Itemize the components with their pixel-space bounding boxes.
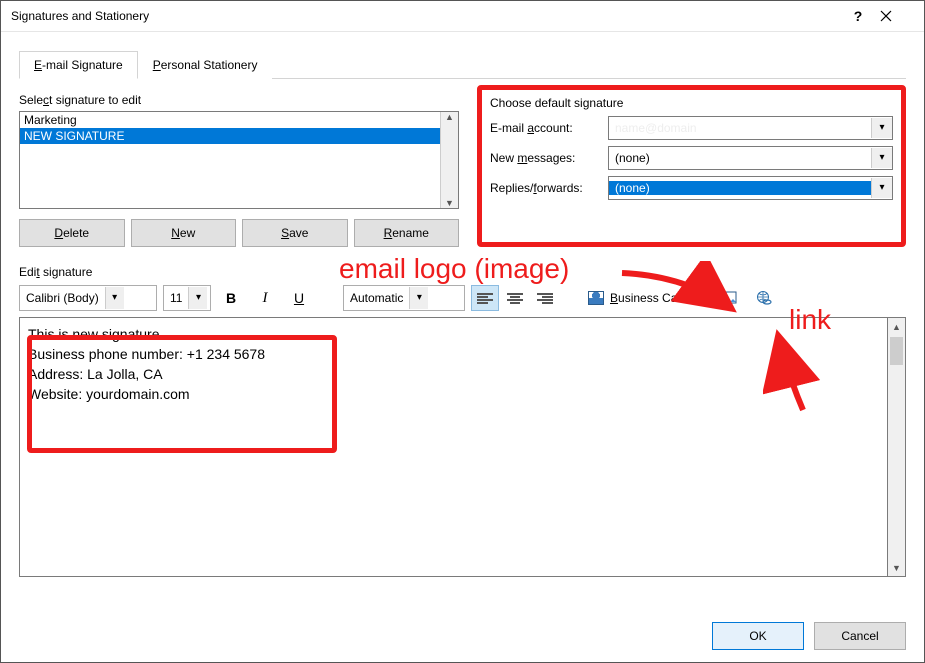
rename-button[interactable]: Rename [354, 219, 460, 247]
tab-personal-stationery[interactable]: Personal Stationery [138, 51, 273, 79]
editor-line: Business phone number: +1 234 5678 [28, 344, 879, 364]
help-button[interactable]: ? [836, 1, 880, 31]
signature-editor[interactable]: This is new signature. Business phone nu… [19, 317, 888, 577]
new-button[interactable]: New [131, 219, 237, 247]
dialog-window: Signatures and Stationery ? E-mail Signa… [0, 0, 925, 663]
signature-list[interactable]: Marketing NEW SIGNATURE ▲▼ [19, 111, 459, 209]
picture-icon [721, 290, 739, 306]
insert-hyperlink-button[interactable] [750, 285, 778, 311]
window-title: Signatures and Stationery [11, 9, 836, 23]
replies-forwards-label: Replies/forwards: [490, 181, 600, 195]
edit-signature-label: Edit signature [19, 265, 906, 279]
editor-line: Address: La Jolla, CA [28, 364, 879, 384]
tab-strip: E-mail Signature Personal Stationery [19, 50, 906, 79]
underline-button[interactable]: U [285, 285, 313, 311]
font-color-combo[interactable]: Automatic▾ [343, 285, 465, 311]
replies-forwards-combo[interactable]: (none)▾ [608, 176, 893, 200]
email-account-combo[interactable]: name@domain▾ [608, 116, 893, 140]
font-name-combo[interactable]: Calibri (Body)▾ [19, 285, 157, 311]
globe-link-icon [755, 290, 773, 306]
editor-toolbar: Calibri (Body)▾ 11▾ B I U Automatic▾ Bus… [19, 285, 906, 311]
ok-button[interactable]: OK [712, 622, 804, 650]
italic-button[interactable]: I [251, 285, 279, 311]
select-signature-label: Select signature to edit [19, 93, 459, 107]
dialog-footer: OK Cancel [712, 622, 906, 650]
font-size-combo[interactable]: 11▾ [163, 285, 211, 311]
business-card-icon [588, 291, 604, 305]
email-account-label: E-mail account: [490, 121, 600, 135]
align-left-button[interactable] [471, 285, 499, 311]
list-scrollbar[interactable]: ▲▼ [440, 112, 458, 208]
align-center-button[interactable] [501, 285, 529, 311]
default-signature-panel: Choose default signature E-mail account:… [477, 85, 906, 247]
save-button[interactable]: Save [242, 219, 348, 247]
bold-button[interactable]: B [217, 285, 245, 311]
titlebar: Signatures and Stationery ? [1, 1, 924, 32]
new-messages-label: New messages: [490, 151, 600, 165]
business-card-button[interactable]: Business Card ▾ [579, 285, 710, 311]
insert-picture-button[interactable] [716, 285, 744, 311]
tab-email-signature[interactable]: E-mail Signature [19, 51, 138, 79]
cancel-button[interactable]: Cancel [814, 622, 906, 650]
default-heading: Choose default signature [490, 96, 893, 110]
new-messages-combo[interactable]: (none)▾ [608, 146, 893, 170]
delete-button[interactable]: Delete [19, 219, 125, 247]
list-item[interactable]: Marketing [20, 112, 440, 128]
editor-scrollbar[interactable]: ▲▼ [888, 317, 906, 577]
editor-line: Website: yourdomain.com [28, 384, 879, 404]
editor-line: This is new signature. [28, 324, 879, 344]
close-button[interactable] [880, 10, 924, 22]
align-right-button[interactable] [531, 285, 559, 311]
list-item[interactable]: NEW SIGNATURE [20, 128, 440, 144]
